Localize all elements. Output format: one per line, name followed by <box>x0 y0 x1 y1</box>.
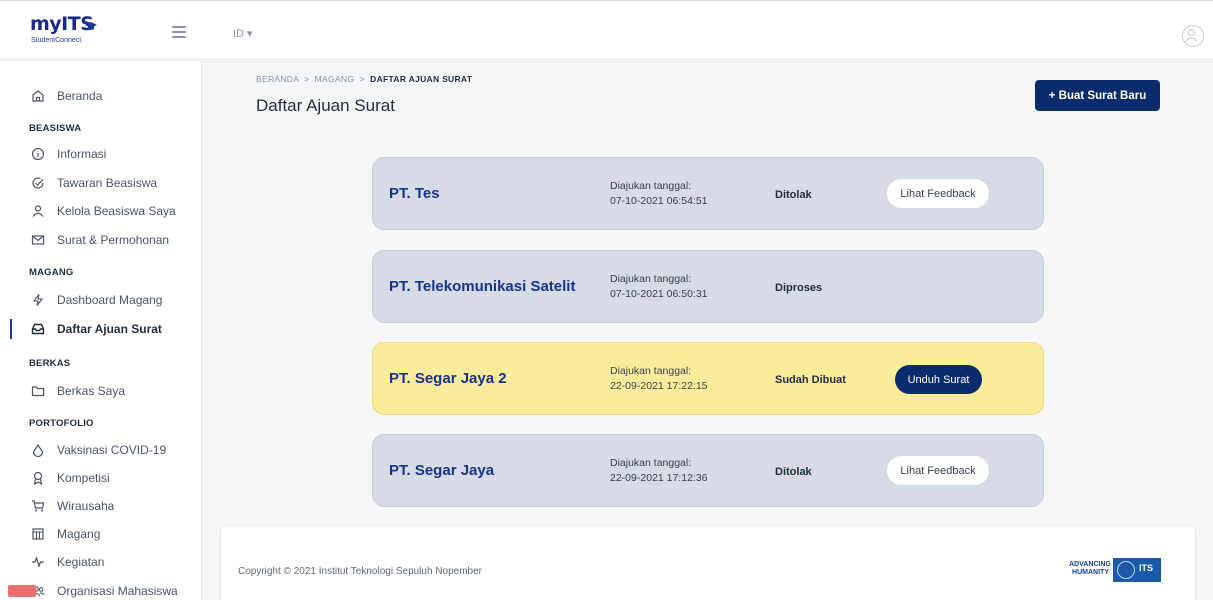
shopping-cart-icon <box>32 500 45 512</box>
badge-line-2: HUMANITY <box>1072 569 1109 576</box>
sidebar-item-label: Organisasi Mahasiswa <box>57 584 178 598</box>
view-feedback-button[interactable]: Lihat Feedback <box>887 179 989 208</box>
feedback-widget[interactable] <box>8 585 36 597</box>
company-name: PT. Segar Jaya <box>389 462 495 479</box>
award-icon <box>33 471 43 485</box>
breadcrumb: BERANDA > MAGANG > DAFTAR AJUAN SURAT <box>256 74 472 84</box>
sidebar-item-label: Daftar Ajuan Surat <box>57 322 162 336</box>
language-selector[interactable]: ID ▾ <box>233 27 253 40</box>
sidebar-item-label: Vaksinasi COVID-19 <box>57 443 167 457</box>
submission-date: 07-10-2021 06:54:51 <box>610 195 708 207</box>
sidebar-item-tawaran-beasiswa[interactable]: Tawaran Beasiswa <box>0 169 201 197</box>
sidebar-item-label: Kelola Beasiswa Saya <box>57 204 176 218</box>
company-name: PT. Segar Jaya 2 <box>389 370 507 387</box>
sidebar-item-magang[interactable]: Magang <box>0 520 201 548</box>
sidebar-item-surat-permohonan[interactable]: Surat & Permohonan <box>0 226 201 254</box>
inbox-icon <box>31 323 45 335</box>
breadcrumb-magang[interactable]: MAGANG <box>315 74 355 84</box>
active-indicator <box>10 319 12 339</box>
its-mark: ITS <box>1113 558 1161 582</box>
submission-date: 22-09-2021 17:12:36 <box>610 472 708 484</box>
date-label: Diajukan tanggal: <box>610 273 692 285</box>
top-bar: myITS StudentConnect ID ▾ <box>0 0 1213 60</box>
company-name: PT. Tes <box>389 185 440 202</box>
sidebar-item-label: Kegiatan <box>57 555 105 569</box>
date-label: Diajukan tanggal: <box>610 365 692 377</box>
graduation-cap-icon <box>85 22 97 30</box>
sidebar-item-label: Tawaran Beasiswa <box>57 176 158 190</box>
application-card: PT. Telekomunikasi Satelit Diajukan tang… <box>372 250 1044 323</box>
application-card: PT. Segar Jaya 2 Diajukan tanggal: 22-09… <box>372 342 1044 415</box>
sidebar-item-label: Kompetisi <box>57 471 110 485</box>
sidebar-item-berkas-saya[interactable]: Berkas Saya <box>0 377 201 405</box>
sidebar-item-label: Magang <box>57 527 101 541</box>
info-icon <box>31 147 45 161</box>
logo-text: myITS <box>30 13 94 35</box>
section-berkas: BERKAS <box>29 358 71 369</box>
breadcrumb-separator: > <box>359 74 365 84</box>
status-text: Ditolak <box>775 189 812 201</box>
page-title: Daftar Ajuan Surat <box>256 96 395 115</box>
activity-icon <box>32 294 44 306</box>
section-magang: MAGANG <box>29 267 74 278</box>
company-name: PT. Telekomunikasi Satelit <box>389 278 576 295</box>
breadcrumb-separator: > <box>304 74 310 84</box>
submission-date: 22-09-2021 17:22:15 <box>610 380 708 392</box>
footer: Copyright © 2021 Institut Teknologi Sepu… <box>220 525 1196 600</box>
section-beasiswa: BEASISWA <box>29 123 82 134</box>
badge-tagline: ADVANCING HUMANITY <box>1069 561 1111 577</box>
sidebar-item-kompetisi[interactable]: Kompetisi <box>0 464 201 492</box>
section-portofolio: PORTOFOLIO <box>29 418 94 429</box>
check-circle-icon <box>32 177 44 189</box>
droplet-icon <box>32 443 44 457</box>
copyright-text: Copyright © 2021 Institut Teknologi Sepu… <box>238 566 482 577</box>
sidebar-item-label: Berkas Saya <box>57 384 126 398</box>
menu-toggle-icon[interactable] <box>172 26 186 38</box>
application-card: PT. Segar Jaya Diajukan tanggal: 22-09-2… <box>372 434 1044 507</box>
sidebar-item-label: Informasi <box>57 147 107 161</box>
folder-icon <box>31 386 45 397</box>
sidebar-item-daftar-ajuan-surat[interactable]: Daftar Ajuan Surat <box>0 315 201 343</box>
status-text: Ditolak <box>775 466 812 478</box>
sidebar-item-label: Dashboard Magang <box>57 293 163 307</box>
submission-date: 07-10-2021 06:50:31 <box>610 288 708 300</box>
mail-icon <box>31 235 45 245</box>
date-label: Diajukan tanggal: <box>610 180 692 192</box>
user-icon <box>32 205 44 217</box>
date-label: Diajukan tanggal: <box>610 457 692 469</box>
download-letter-button[interactable]: Unduh Surat <box>895 365 982 394</box>
its-mark-text: ITS <box>1139 563 1154 573</box>
breadcrumb-home[interactable]: BERANDA <box>256 74 299 84</box>
home-icon <box>32 90 44 102</box>
pulse-icon <box>32 556 44 568</box>
badge-line-1: ADVANCING <box>1069 561 1111 568</box>
user-avatar-icon[interactable] <box>1182 25 1204 47</box>
sidebar-item-informasi[interactable]: Informasi <box>0 140 201 168</box>
sidebar-item-beranda[interactable]: Beranda <box>0 82 201 110</box>
sidebar-item-label: Beranda <box>57 89 103 103</box>
sidebar: Beranda BEASISWA Informasi Tawaran Beasi… <box>0 61 202 600</box>
sidebar-item-label: Surat & Permohonan <box>57 233 170 247</box>
sidebar-item-kelola-beasiswa[interactable]: Kelola Beasiswa Saya <box>0 197 201 225</box>
sidebar-item-wirausaha[interactable]: Wirausaha <box>0 492 201 520</box>
view-feedback-button[interactable]: Lihat Feedback <box>887 456 989 485</box>
sidebar-item-vaksinasi[interactable]: Vaksinasi COVID-19 <box>0 436 201 464</box>
breadcrumb-current: DAFTAR AJUAN SURAT <box>370 74 473 84</box>
sidebar-item-label: Wirausaha <box>57 499 115 513</box>
application-card: PT. Tes Diajukan tanggal: 07-10-2021 06:… <box>372 157 1044 230</box>
status-text: Sudah Dibuat <box>775 374 846 386</box>
logo-subtitle: StudentConnect <box>31 37 82 44</box>
myits-logo[interactable]: myITS StudentConnect <box>30 13 100 49</box>
building-icon <box>32 528 44 540</box>
new-letter-button[interactable]: + Buat Surat Baru <box>1035 80 1160 111</box>
sidebar-item-dashboard-magang[interactable]: Dashboard Magang <box>0 286 201 314</box>
its-seal-icon <box>1117 561 1135 579</box>
status-text: Diproses <box>775 282 823 294</box>
sidebar-item-kegiatan[interactable]: Kegiatan <box>0 548 201 576</box>
